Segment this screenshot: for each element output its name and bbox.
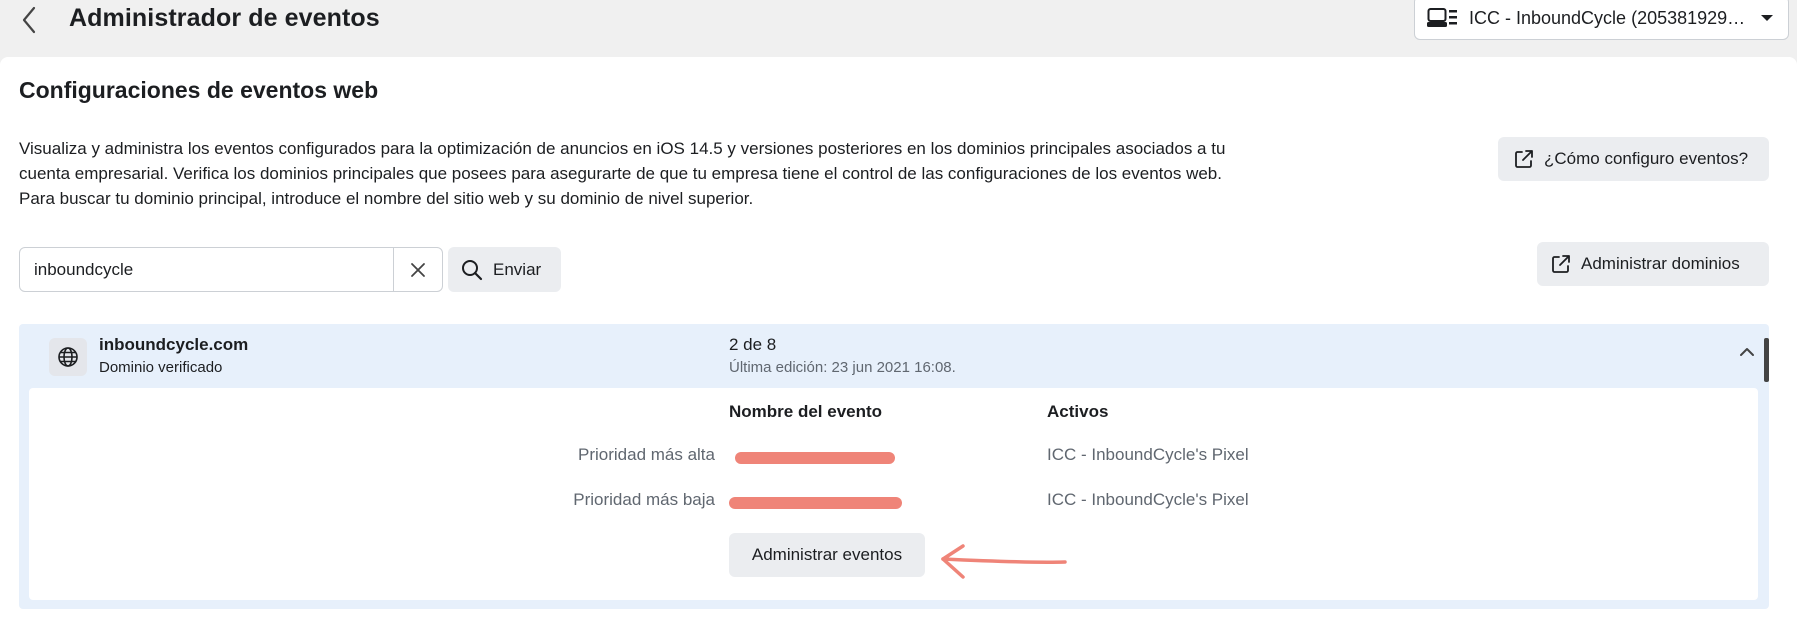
manage-domains-label: Administrar dominios: [1581, 254, 1740, 273]
domain-avatar: [49, 338, 87, 376]
search-input[interactable]: [20, 248, 393, 291]
domain-status: Dominio verificado: [99, 359, 223, 376]
send-label: Enviar: [493, 259, 542, 279]
page-title: Administrador de eventos: [69, 4, 380, 32]
asset-name: ICC - InboundCycle's Pixel: [1047, 490, 1249, 509]
description-line: Para buscar tu dominio principal, introd…: [19, 189, 754, 208]
globe-icon: [58, 347, 78, 367]
back-button[interactable]: [14, 4, 44, 36]
scrollbar-thumb[interactable]: [1764, 338, 1769, 382]
chevron-left-icon: [22, 6, 36, 34]
manage-domains-button[interactable]: Administrar dominios: [1537, 242, 1769, 286]
external-link-icon: [1552, 255, 1570, 273]
priority-label: Prioridad más alta: [577, 445, 715, 464]
priority-label: Prioridad más baja: [573, 490, 715, 509]
send-button[interactable]: Enviar: [448, 247, 561, 292]
how-to-configure-label: ¿Cómo configuro eventos?: [1544, 149, 1749, 168]
caret-down-icon: [1761, 15, 1773, 21]
section-title: Configuraciones de eventos web: [19, 77, 379, 103]
event-count: 2 de 8: [729, 335, 777, 354]
account-icon: [1427, 8, 1457, 27]
description-line: cuenta empresarial. Verifica los dominio…: [19, 164, 1222, 183]
domain-panel: inboundcycle.com Dominio verificado 2 de…: [19, 324, 1769, 609]
column-header-assets: Activos: [1047, 402, 1109, 421]
arrow-left-icon: [941, 544, 1067, 579]
content-card: Configuraciones de eventos web Visualiza…: [0, 57, 1797, 620]
description-line: Visualiza y administra los eventos confi…: [19, 139, 1226, 158]
domain-name: inboundcycle.com: [99, 335, 249, 354]
how-to-configure-button[interactable]: ¿Cómo configuro eventos?: [1498, 137, 1769, 181]
last-edit-timestamp: Última edición: 23 jun 2021 16:08.: [729, 359, 956, 376]
manage-events-button[interactable]: Administrar eventos: [729, 533, 925, 577]
top-bar: Administrador de eventos ICC - InboundCy…: [0, 0, 1797, 44]
external-link-icon: [1515, 150, 1533, 168]
asset-name: ICC - InboundCycle's Pixel: [1047, 445, 1249, 464]
redaction-mark: [729, 497, 902, 509]
close-icon: [411, 262, 425, 277]
clear-search-button[interactable]: [393, 248, 442, 291]
redaction-mark: [735, 452, 895, 464]
events-table: Nombre del evento Activos Prioridad más …: [29, 388, 1758, 600]
account-selector[interactable]: ICC - InboundCycle (2053819298...: [1414, 0, 1789, 40]
search-icon: [462, 259, 483, 280]
column-header-event-name: Nombre del evento: [729, 402, 883, 421]
domain-search: [19, 247, 443, 292]
chevron-up-icon[interactable]: [1737, 342, 1757, 362]
account-label: ICC - InboundCycle (2053819298...: [1469, 7, 1750, 28]
section-description: Visualiza y administra los eventos confi…: [19, 136, 1309, 211]
